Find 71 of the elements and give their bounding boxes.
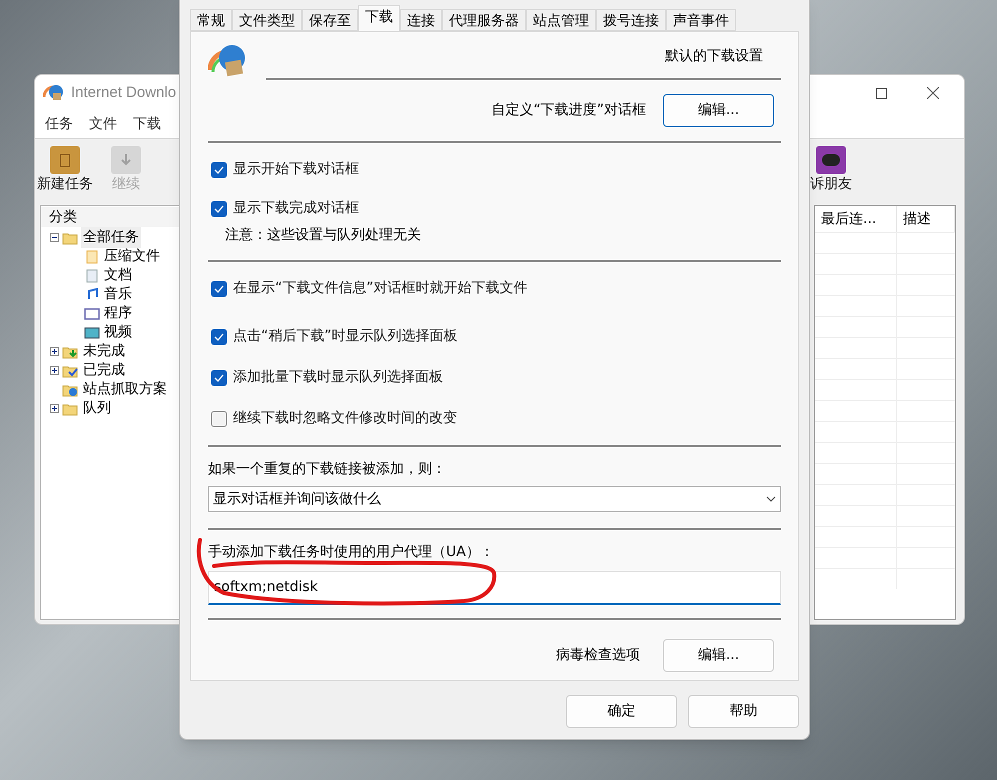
- checkbox-label: 在显示“下载文件信息”对话框时就开始下载文件: [233, 279, 528, 298]
- window-icon: [84, 306, 100, 320]
- document-icon: [84, 268, 100, 282]
- checkbox[interactable]: [211, 370, 227, 386]
- tab[interactable]: 代理服务器: [442, 9, 526, 31]
- tab[interactable]: 连接: [400, 9, 442, 31]
- checkbox[interactable]: [211, 162, 227, 178]
- folders-icon: [62, 402, 78, 416]
- expand-toggle[interactable]: [50, 366, 59, 375]
- chevron-down-icon: [766, 496, 776, 502]
- setting-label: 病毒检查选项: [556, 646, 640, 665]
- setting-label: 自定义“下载进度”对话框: [491, 101, 646, 120]
- menu-item[interactable]: 下载: [133, 114, 161, 135]
- tree-item[interactable]: 压缩文件: [104, 246, 160, 267]
- expand-toggle[interactable]: [50, 347, 59, 356]
- column-header[interactable]: 描述: [897, 206, 955, 232]
- toolbar-button[interactable]: 新建任务: [37, 146, 93, 195]
- edit-button[interactable]: 编辑...: [663, 94, 774, 127]
- tab[interactable]: 声音事件: [666, 9, 736, 31]
- tree-item[interactable]: 队列: [81, 398, 113, 419]
- check-icon: [214, 284, 224, 292]
- tree-item[interactable]: 程序: [104, 303, 132, 324]
- dropdown[interactable]: 显示对话框并询问该做什么: [208, 486, 781, 512]
- menu-item[interactable]: 任务: [45, 114, 73, 135]
- tab[interactable]: 拨号连接: [596, 9, 666, 31]
- folder-globe-icon: [62, 382, 78, 396]
- zip-file-icon: [84, 250, 100, 264]
- checkbox[interactable]: [211, 280, 227, 296]
- film-icon: [84, 326, 100, 340]
- check-icon: [214, 204, 224, 212]
- collapse-toggle[interactable]: [50, 233, 59, 242]
- tree-item[interactable]: 已完成: [81, 360, 127, 381]
- tree-item[interactable]: 未完成: [81, 341, 127, 362]
- tree-item[interactable]: 视频: [104, 322, 132, 343]
- checkbox-label: 显示开始下载对话框: [233, 160, 359, 179]
- menu-item[interactable]: 文件: [89, 114, 117, 135]
- tab[interactable]: 保存至: [302, 9, 358, 31]
- setting-label: 如果一个重复的下载链接被添加，则：: [207, 460, 447, 479]
- down-arrow-icon: [121, 154, 131, 166]
- open-folder-icon: [62, 230, 78, 244]
- setting-label: 手动添加下载任务时使用的用户代理（UA）：: [207, 543, 495, 562]
- check-icon: [214, 166, 224, 174]
- dialog-button[interactable]: 帮助: [688, 695, 799, 728]
- edit-button[interactable]: 编辑...: [663, 639, 774, 672]
- globe-logo-icon: [43, 83, 65, 103]
- close-icon: [927, 87, 939, 99]
- check-icon: [214, 332, 224, 340]
- checkbox[interactable]: [211, 200, 227, 216]
- dialog-button[interactable]: 确定: [566, 695, 677, 728]
- window-title: Internet Downlo: [71, 82, 176, 103]
- checkbox-label: 点击“稍后下载”时显示队列选择面板: [233, 327, 458, 346]
- section-title: 默认的下载设置: [665, 47, 763, 66]
- checkbox[interactable]: [211, 410, 227, 426]
- tab[interactable]: 站点管理: [526, 9, 596, 31]
- checkbox[interactable]: [211, 328, 227, 344]
- tab[interactable]: 文件类型: [232, 9, 302, 31]
- tree-item[interactable]: 全部任务: [81, 227, 141, 248]
- tab[interactable]: 下载: [358, 5, 400, 31]
- tree-item[interactable]: 文档: [104, 265, 132, 286]
- tab[interactable]: 常规: [190, 9, 232, 31]
- column-header[interactable]: 最后连...: [815, 206, 897, 232]
- tree-item[interactable]: 音乐: [104, 284, 132, 305]
- checkbox-label: 添加批量下载时显示队列选择面板: [233, 368, 443, 387]
- folder-arrow-icon: [62, 344, 78, 358]
- folder-check-icon: [62, 364, 78, 378]
- note-text: 注意：这些设置与队列处理无关: [224, 226, 422, 245]
- tree-item[interactable]: 站点抓取方案: [81, 379, 169, 400]
- expand-toggle[interactable]: [50, 404, 59, 413]
- toolbar-button[interactable]: 诉朋友: [810, 146, 852, 195]
- checkbox-label: 继续下载时忽略文件修改时间的改变: [233, 409, 457, 428]
- check-icon: [214, 374, 224, 382]
